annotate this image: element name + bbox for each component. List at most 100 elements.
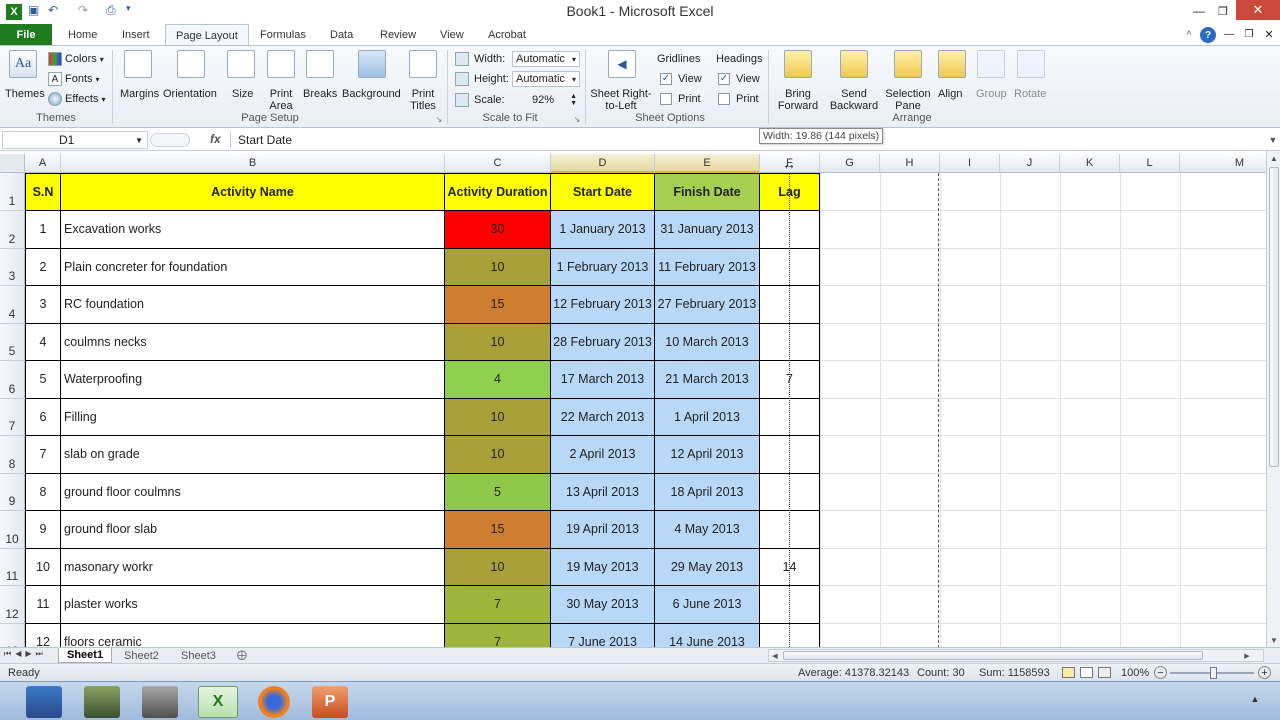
table-cell-name[interactable]: ground floor slab [61,511,445,549]
table-cell-finish[interactable]: 12 April 2013 [655,436,760,474]
column-header[interactable]: M [1180,154,1266,173]
zoom-level[interactable]: 100% [1121,667,1149,679]
table-cell-lag[interactable] [760,398,820,436]
workbook-close-icon[interactable]: ✕ [1262,27,1276,41]
page-break-preview-icon[interactable] [1098,667,1111,678]
table-cell-finish[interactable]: 4 May 2013 [655,511,760,549]
table-cell-finish[interactable]: 31 January 2013 [655,211,760,249]
table-cell-lag[interactable] [760,323,820,361]
column-header[interactable]: I [940,154,1000,173]
tab-insert[interactable]: Insert [112,24,160,46]
table-cell-start[interactable]: 19 April 2013 [551,511,655,549]
table-cell-duration[interactable]: 10 [445,548,551,586]
show-hidden-icons[interactable]: ▲ [1248,692,1262,706]
row-header[interactable]: 10 [0,511,25,549]
tab-view[interactable]: View [430,24,474,46]
selection-pane-button[interactable]: Selection Pane [884,50,932,112]
row-header[interactable]: 2 [0,211,25,249]
table-cell-start[interactable]: 7 June 2013 [551,623,655,648]
headings-print-checkbox[interactable] [718,93,730,105]
table-cell-start[interactable]: 12 February 2013 [551,286,655,324]
bring-forward-button[interactable]: Bring Forward [772,50,824,112]
table-cell-duration[interactable]: 15 [445,511,551,549]
print-titles-button[interactable]: Print Titles [407,50,439,112]
table-cell-duration[interactable]: 10 [445,398,551,436]
row-header[interactable]: 8 [0,436,25,474]
height-select[interactable]: Automatic ▾ [512,71,580,87]
table-cell-lag[interactable] [760,623,820,648]
headings-view-checkbox[interactable]: ✓ [718,73,730,85]
table-cell-finish[interactable]: 10 March 2013 [655,323,760,361]
row-header[interactable]: 4 [0,286,25,324]
row-header[interactable]: 12 [0,586,25,624]
table-header-cell[interactable]: Start Date [551,173,655,211]
scroll-up-icon[interactable]: ▲ [1267,151,1280,165]
column-header[interactable]: L [1120,154,1180,173]
column-header[interactable]: D [551,154,655,173]
name-box[interactable]: D1 ▼ [2,131,148,149]
table-cell-name[interactable]: floors ceramic [61,623,445,648]
tab-acrobat[interactable]: Acrobat [478,24,536,46]
table-cell-name[interactable]: coulmns necks [61,323,445,361]
table-cell-finish[interactable]: 18 April 2013 [655,473,760,511]
fonts-button[interactable]: A Fonts ▾ [48,71,108,87]
table-cell-name[interactable]: Filling [61,398,445,436]
books-app-icon[interactable] [26,686,62,718]
tab-formulas[interactable]: Formulas [250,24,316,46]
breaks-button[interactable]: Breaks [302,50,338,110]
background-button[interactable]: Background [341,50,403,110]
column-header[interactable]: K [1060,154,1120,173]
table-cell-duration[interactable]: 10 [445,248,551,286]
normal-view-icon[interactable] [1062,667,1075,678]
table-cell-finish[interactable]: 29 May 2013 [655,548,760,586]
page-layout-view-icon[interactable] [1080,667,1093,678]
gridlines-print-checkbox[interactable] [660,93,672,105]
table-cell-start[interactable]: 28 February 2013 [551,323,655,361]
tool-app-icon[interactable] [142,686,178,718]
tab-file[interactable]: File [0,24,52,46]
column-header[interactable]: J [1000,154,1060,173]
workbook-restore-icon[interactable]: ❐ [1242,27,1256,41]
themes-button[interactable]: Aa Themes [5,50,45,110]
table-cell-sn[interactable]: 4 [25,323,61,361]
table-cell-lag[interactable]: 7 [760,361,820,399]
table-cell-finish[interactable]: 27 February 2013 [655,286,760,324]
table-cell-name[interactable]: plaster works [61,586,445,624]
horizontal-scroll-thumb[interactable] [783,651,1203,660]
table-cell-start[interactable]: 17 March 2013 [551,361,655,399]
column-header[interactable]: H [880,154,940,173]
rotate-button[interactable]: Rotate [1012,50,1050,112]
colors-button[interactable]: Colors ▾ [48,51,108,67]
table-cell-duration[interactable]: 30 [445,211,551,249]
table-cell-lag[interactable] [760,436,820,474]
table-cell-name[interactable]: RC foundation [61,286,445,324]
table-cell-sn[interactable]: 8 [25,473,61,511]
table-cell-sn[interactable]: 12 [25,623,61,648]
vertical-scrollbar[interactable]: ▲ ▼ [1266,151,1280,648]
row-header[interactable]: 3 [0,248,25,286]
table-cell-name[interactable]: Excavation works [61,211,445,249]
excel-taskbar-icon[interactable]: X [198,686,238,718]
table-cell-name[interactable]: ground floor coulmns [61,473,445,511]
table-cell-sn[interactable]: 2 [25,248,61,286]
formula-bar-resize-handle[interactable] [150,133,190,147]
table-cell-sn[interactable]: 3 [25,286,61,324]
table-cell-finish[interactable]: 14 June 2013 [655,623,760,648]
width-select[interactable]: Automatic ▾ [512,51,580,67]
row-header[interactable]: 9 [0,473,25,511]
table-cell-name[interactable]: Plain concreter for foundation [61,248,445,286]
table-cell-duration[interactable]: 10 [445,323,551,361]
tab-home[interactable]: Home [58,24,107,46]
workbook-minimize-icon[interactable]: — [1222,27,1236,41]
page-setup-launcher-icon[interactable]: ↘ [434,114,444,124]
effects-button[interactable]: Effects ▾ [48,91,108,107]
column-header[interactable]: E [655,154,760,173]
table-cell-finish[interactable]: 6 June 2013 [655,586,760,624]
table-cell-start[interactable]: 13 April 2013 [551,473,655,511]
table-header-cell[interactable]: S.N [25,173,61,211]
horizontal-scrollbar[interactable]: ◀ ▶ [768,649,1264,662]
table-cell-finish[interactable]: 1 April 2013 [655,398,760,436]
table-header-cell[interactable]: Activity Name [61,173,445,211]
row-header[interactable]: 5 [0,323,25,361]
worksheet-grid[interactable]: ABCDEFGHIJKLM 12345678910111213 S.NActiv… [0,154,1266,648]
